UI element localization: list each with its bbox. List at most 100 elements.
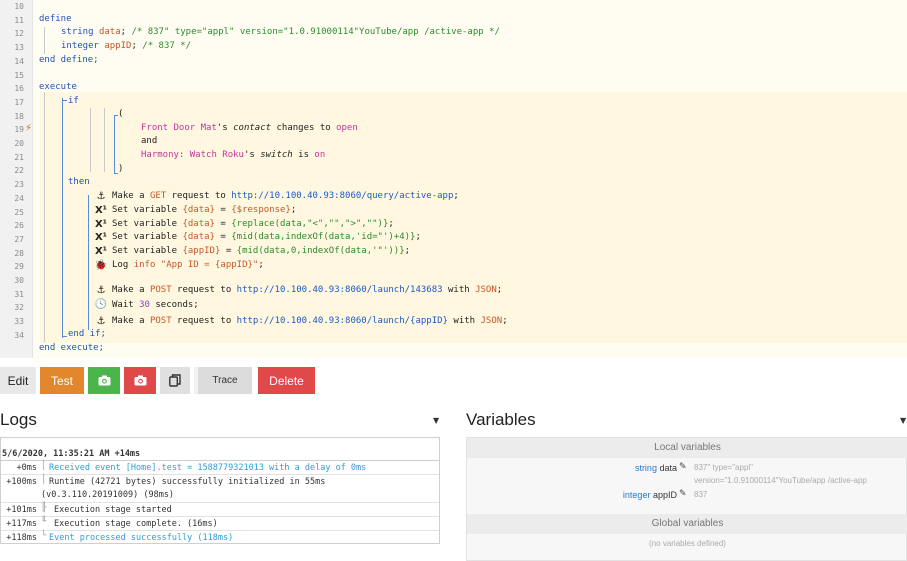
log-branch-icon: └ — [41, 531, 47, 541]
statement-set-data-mid[interactable]: Set variable {data} = {mid(data,indexOf(… — [112, 231, 421, 245]
log-message-continued: (v0.3.110.20191009) (98ms) — [41, 490, 175, 500]
copy-icon — [169, 374, 181, 387]
s7-end: ; — [496, 285, 503, 295]
global-variables-header: Global variables — [467, 514, 907, 534]
code-line-open-paren[interactable]: ( — [118, 108, 123, 122]
line-number: 12 — [14, 29, 24, 39]
s4-val: {mid(data,indexOf(data,'id="')+4)} — [231, 232, 416, 242]
s2-pre: Set variable — [112, 205, 178, 215]
attr-switch: switch — [260, 150, 293, 160]
log-time: +100ms — [6, 477, 37, 487]
code-line-then[interactable]: then — [68, 176, 90, 190]
s4-pre: Set variable — [112, 232, 178, 242]
code-line-define[interactable]: define — [39, 13, 72, 27]
s9-with: with — [453, 316, 476, 326]
logs-dropdown-caret-icon[interactable]: ▼ — [433, 416, 439, 425]
s4-eq: = — [220, 232, 226, 242]
s7-fmt: JSON — [475, 285, 497, 295]
piston-code-panel: 10 11 12 13 14 15 16 17 18 19 20 21 22 23 24 25 26 27 28 29… — [0, 0, 907, 358]
code-line-condition-2[interactable]: Harmony: Watch Roku's switch is on — [141, 149, 325, 163]
camera-icon — [98, 375, 110, 386]
variable-type: integer — [622, 490, 651, 500]
code-line-integer-appid[interactable]: integer appID; /* 837 */ — [61, 40, 191, 54]
line-number: 22 — [14, 166, 24, 176]
end-if-tick — [62, 336, 67, 337]
s5-var: {appID} — [182, 246, 221, 256]
variable-appid-label: integer appID — [587, 490, 677, 500]
s7-method: POST — [149, 285, 172, 295]
code-line-if[interactable]: if — [68, 95, 79, 109]
log-entry: +117ms ╙ Execution stage complete. (16ms… — [1, 517, 439, 531]
end-if-keyword: end if; — [68, 329, 106, 339]
code-line-end-define[interactable]: end define; — [39, 54, 99, 68]
edit-variable-icon[interactable]: ✎ — [679, 462, 687, 472]
line-number: 20 — [14, 139, 24, 148]
log-branch-icon: │ — [41, 461, 47, 471]
s3-val: {replace(data,"<","",">","")} — [231, 219, 389, 229]
action-toolbar: Edit Test Trace Delete — [0, 367, 315, 394]
value-on: on — [314, 150, 326, 160]
statement-wait[interactable]: Wait 30 seconds; — [112, 299, 199, 313]
s7-mid: request to — [177, 285, 232, 295]
delete-button[interactable]: Delete — [258, 367, 315, 394]
code-line-condition-1[interactable]: Front Door Mat's contact changes to open — [141, 122, 358, 136]
snapshot-red-button[interactable] — [124, 367, 156, 394]
clock-icon: 🕓 — [94, 299, 108, 310]
s9-pre: Make a — [112, 316, 145, 326]
s9-mid: request to — [177, 316, 232, 326]
variable-data-label: string data — [587, 463, 677, 473]
code-line-and[interactable]: and — [141, 135, 157, 149]
s2-end: ; — [290, 205, 297, 215]
type-integer: integer — [61, 41, 99, 51]
statement-set-appid[interactable]: Set variable {appID} = {mid(data,0,index… — [112, 245, 410, 259]
var-data: data — [98, 27, 121, 37]
variables-title: Variables — [466, 410, 536, 429]
line-number: 31 — [14, 289, 24, 299]
line-number: 24 — [14, 193, 24, 203]
edit-variable-icon[interactable]: ✎ — [679, 489, 687, 499]
execute-block-line — [44, 92, 45, 342]
variable-name: data — [659, 463, 677, 473]
s3-eq: = — [220, 219, 226, 229]
http-request-icon: ⚓ — [96, 316, 106, 327]
statement-log-info[interactable]: Log info "App ID = {appID}"; — [112, 259, 264, 273]
log-branch-icon: │ — [41, 475, 47, 485]
statement-post-launch-143683[interactable]: Make a POST request to http://10.100.40.… — [112, 284, 502, 298]
statement-post-launch-appid[interactable]: Make a POST request to http://10.100.40.… — [112, 315, 508, 329]
line-number: 17 — [14, 97, 24, 107]
edit-button[interactable]: Edit — [0, 367, 36, 394]
log-branch-icon: ╙ — [41, 517, 47, 527]
snapshot-green-button[interactable] — [88, 367, 120, 394]
line-number: 11 — [14, 15, 24, 25]
set-variable-icon: X¹ — [94, 219, 108, 230]
value-open: open — [336, 123, 358, 133]
line-number: 29 — [14, 262, 24, 272]
verb-changes-to: changes to — [276, 123, 331, 133]
log-time: +101ms — [6, 505, 37, 515]
code-line-end-execute[interactable]: end execute; — [39, 342, 104, 356]
var-appid: appID — [104, 41, 132, 51]
variables-panel: Local variables string data ✎ 837" type=… — [466, 437, 907, 561]
line-number: 18 — [14, 111, 24, 121]
statement-get-request[interactable]: Make a GET request to http://10.100.40.9… — [112, 190, 459, 204]
code-line-end-if[interactable]: end if; — [68, 328, 106, 342]
log-entry: +118ms └ Event processed successfully (1… — [1, 531, 439, 544]
possessive-2: 's — [243, 150, 255, 160]
line-number: 26 — [14, 221, 24, 231]
test-button[interactable]: Test — [40, 367, 84, 394]
statement-set-data-replace[interactable]: Set variable {data} = {replace(data,"<",… — [112, 218, 394, 232]
code-line-execute[interactable]: execute — [39, 81, 77, 95]
logs-panel: 5/6/2020, 11:35:21 AM +14ms +0ms │ Recei… — [0, 437, 440, 544]
duplicate-button[interactable] — [160, 367, 190, 394]
statement-set-data-response[interactable]: Set variable {data} = {$response}; — [112, 204, 296, 218]
s8-num: 30 — [139, 300, 150, 310]
s3-end: ; — [388, 219, 394, 229]
close-paren: ) — [118, 164, 124, 174]
variables-dropdown-caret-icon[interactable]: ▼ — [900, 416, 906, 425]
s1-end: ; — [453, 191, 459, 201]
no-global-variables: (no variables defined) — [649, 539, 726, 548]
code-line-string-data[interactable]: string data; /* 837" type="appl" version… — [61, 26, 500, 40]
if-keyword: if — [68, 96, 79, 106]
code-line-close-paren[interactable]: ) — [118, 163, 123, 177]
trace-toggle-button[interactable]: Trace — [194, 367, 252, 394]
